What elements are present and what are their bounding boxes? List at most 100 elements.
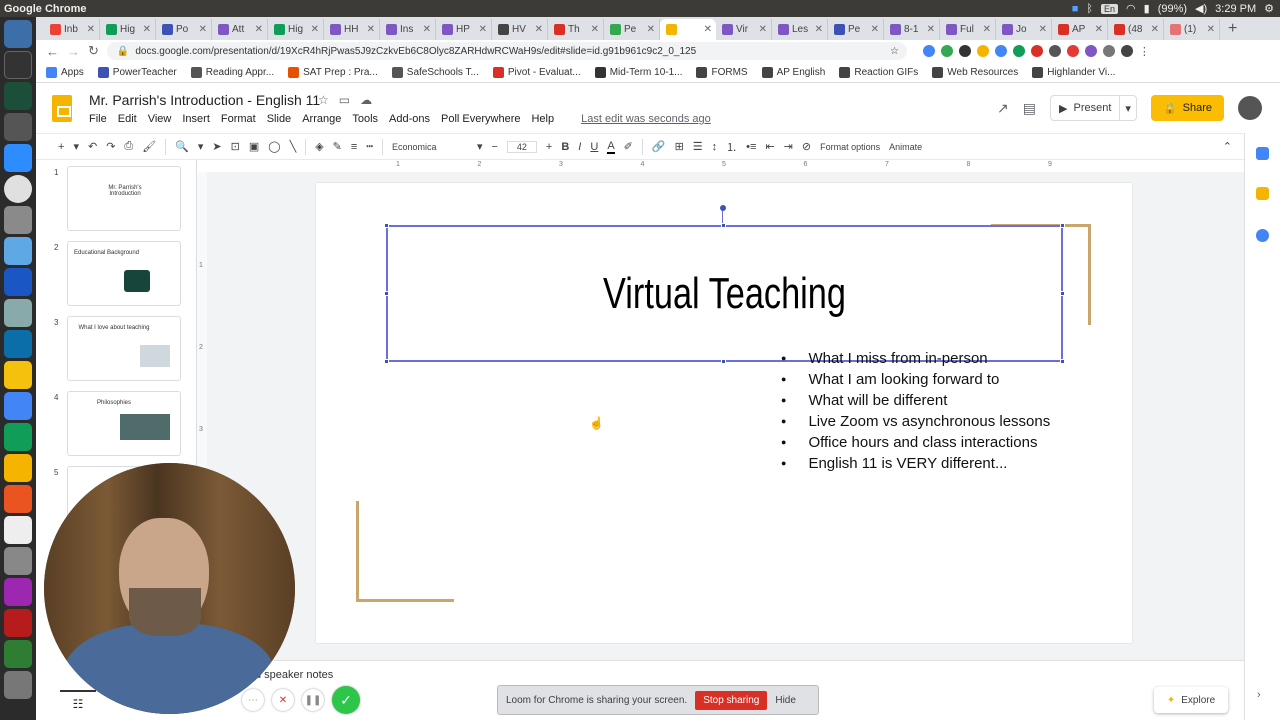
menu-item[interactable]: Insert	[182, 113, 210, 125]
address-bar[interactable]: 🔒 docs.google.com/presentation/d/19XcR4h…	[106, 42, 907, 60]
menu-item[interactable]: Tools	[352, 113, 378, 125]
dock-doc-icon[interactable]	[4, 392, 32, 420]
share-button[interactable]: 🔒 Share	[1150, 95, 1224, 121]
bookmark-item[interactable]: Apps	[46, 66, 84, 78]
dock-filezilla-icon[interactable]	[4, 609, 32, 637]
menu-item[interactable]: Slide	[267, 113, 291, 125]
extension-icon[interactable]	[1066, 45, 1079, 57]
extension-icon[interactable]	[976, 45, 989, 57]
dock-stack-icon[interactable]	[4, 671, 32, 699]
extension-icon[interactable]	[1084, 45, 1097, 57]
bullet-item[interactable]: What I am looking forward to	[781, 370, 1050, 391]
dock-settings-icon[interactable]	[4, 547, 32, 575]
tab-close-icon[interactable]: ✕	[759, 24, 771, 35]
bullet-list[interactable]: What I miss from in-personWhat I am look…	[781, 349, 1050, 475]
tab-close-icon[interactable]: ✕	[1095, 24, 1107, 35]
increase-font-icon[interactable]: +	[546, 141, 552, 153]
link-icon[interactable]: 🔗	[652, 140, 666, 153]
tab-close-icon[interactable]: ✕	[927, 24, 939, 35]
browser-tab[interactable]: Vir ✕	[716, 19, 772, 40]
border-dash-icon[interactable]: ┅	[366, 140, 373, 153]
bookmark-item[interactable]: AP English	[761, 66, 825, 78]
menu-item[interactable]: Edit	[118, 113, 137, 125]
tab-close-icon[interactable]: ✕	[591, 24, 603, 35]
profile-avatar-icon[interactable]	[1120, 45, 1133, 57]
extension-icon[interactable]	[1012, 45, 1025, 57]
bookmark-item[interactable]: Reaction GIFs	[839, 66, 918, 78]
zoom-dropdown-icon[interactable]: ▾	[198, 140, 204, 153]
dock-files-icon[interactable]	[4, 206, 32, 234]
last-edit-link[interactable]: Last edit was seconds ago	[581, 113, 711, 125]
new-tab-icon[interactable]: +	[1220, 20, 1245, 38]
increase-indent-icon[interactable]: ⇥	[784, 140, 793, 153]
tab-close-icon[interactable]: ✕	[479, 24, 491, 35]
expand-panel-icon[interactable]: ›	[1257, 689, 1261, 701]
extension-icon[interactable]	[940, 45, 953, 57]
bookmark-item[interactable]: Highlander Vi...	[1032, 66, 1115, 78]
comments-icon[interactable]: ▤	[1023, 100, 1036, 117]
zoom-icon[interactable]: 🔍	[175, 140, 189, 153]
tab-close-icon[interactable]: ✕	[367, 24, 379, 35]
decrease-font-icon[interactable]: −	[491, 141, 497, 153]
forward-icon[interactable]: →	[67, 44, 80, 59]
dock-screen-icon[interactable]	[4, 330, 32, 358]
line-spacing-icon[interactable]: ↕	[712, 141, 718, 153]
new-slide-dropdown-icon[interactable]: ▾	[73, 140, 79, 153]
tab-close-icon[interactable]: ✕	[815, 24, 827, 35]
tab-close-icon[interactable]: ✕	[871, 24, 883, 35]
slide-canvas[interactable]: Virtual Teaching What I miss from in-per…	[316, 183, 1132, 643]
tab-close-icon[interactable]: ✕	[255, 24, 267, 35]
fill-color-icon[interactable]: ◈	[315, 140, 323, 153]
webcam-bubble[interactable]	[44, 463, 295, 714]
dock-zoom-icon[interactable]	[4, 144, 32, 172]
font-dropdown-icon[interactable]: ▾	[477, 140, 483, 153]
print-icon[interactable]: ⎙	[124, 140, 133, 153]
browser-tab[interactable]: ✕	[660, 19, 716, 40]
dock-pencil-icon[interactable]	[4, 361, 32, 389]
browser-tab[interactable]: (48 ✕	[1108, 19, 1164, 40]
menu-item[interactable]: Poll Everywhere	[441, 113, 520, 125]
new-slide-icon[interactable]: +	[58, 141, 64, 153]
paint-format-icon[interactable]: 🖌	[142, 140, 156, 153]
menu-item[interactable]: Add-ons	[389, 113, 430, 125]
line-icon[interactable]: ╲	[290, 140, 297, 153]
extension-icon[interactable]	[1030, 45, 1043, 57]
tab-close-icon[interactable]: ✕	[535, 24, 547, 35]
highlight-icon[interactable]: ✐	[624, 140, 633, 153]
shape-icon[interactable]: ◯	[268, 140, 280, 153]
present-dropdown-icon[interactable]: ▾	[1120, 102, 1136, 115]
loom-pause-icon[interactable]: ❚❚	[302, 689, 324, 711]
browser-tab[interactable]: Jo ✕	[996, 19, 1052, 40]
settings-gear-icon[interactable]: ⚙	[1264, 2, 1274, 15]
resize-handle[interactable]	[384, 291, 389, 296]
zoom-tray-icon[interactable]: ■	[1072, 3, 1079, 15]
browser-tab[interactable]: Pe ✕	[604, 19, 660, 40]
stop-sharing-button[interactable]: Stop sharing	[695, 690, 768, 710]
bluetooth-icon[interactable]: ᛒ	[1086, 3, 1093, 15]
browser-tab[interactable]: Att ✕	[212, 19, 268, 40]
keep-icon[interactable]	[1256, 187, 1269, 200]
dock-chrome-icon[interactable]	[4, 175, 32, 203]
account-avatar[interactable]	[1238, 96, 1262, 120]
back-icon[interactable]: ←	[46, 44, 59, 59]
bookmark-item[interactable]: Pivot - Evaluat...	[492, 66, 581, 78]
browser-tab[interactable]: (1) ✕	[1164, 19, 1220, 40]
browser-tab[interactable]: HP ✕	[436, 19, 492, 40]
bulleted-list-icon[interactable]: •≡	[746, 141, 756, 153]
font-size-input[interactable]: 42	[506, 140, 537, 153]
resize-handle[interactable]	[721, 223, 726, 228]
slide-thumbnail[interactable]: Philosophies	[67, 391, 181, 456]
slides-logo-icon[interactable]	[52, 95, 72, 122]
cloud-status-icon[interactable]: ☁	[360, 93, 372, 107]
browser-tab[interactable]: Po ✕	[156, 19, 212, 40]
format-options-button[interactable]: Format options	[820, 142, 880, 152]
align-icon[interactable]: ☰	[693, 140, 703, 153]
move-folder-icon[interactable]: ▭	[339, 93, 350, 107]
dock-software-icon[interactable]	[4, 485, 32, 513]
dock-amazon-icon[interactable]	[4, 516, 32, 544]
collapse-toolbar-icon[interactable]: ⌃	[1223, 140, 1244, 153]
activity-trend-icon[interactable]: ↗	[997, 100, 1009, 117]
present-button[interactable]: ▶ Present ▾	[1050, 95, 1137, 121]
add-comment-icon[interactable]: ⊞	[675, 140, 684, 153]
bullet-item[interactable]: Live Zoom vs asynchronous lessons	[781, 412, 1050, 433]
